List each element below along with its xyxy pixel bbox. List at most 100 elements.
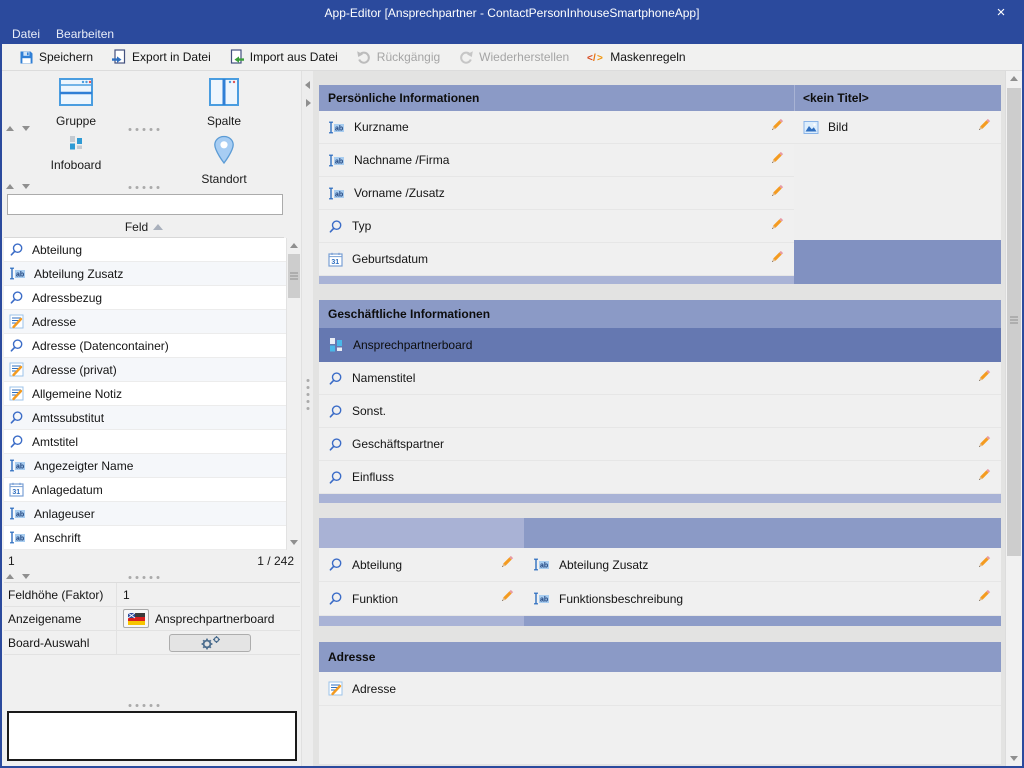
field-list-item[interactable]: Allgemeine Notiz (4, 382, 286, 406)
board-row[interactable]: Typ (319, 210, 794, 243)
edit-pencil-icon[interactable] (975, 555, 991, 574)
preview-area[interactable] (7, 711, 297, 761)
language-flag-button[interactable] (123, 609, 149, 628)
scroll-down-icon[interactable] (287, 535, 301, 550)
board-scrollbar[interactable] (1005, 71, 1022, 766)
board-row[interactable]: abKurzname (319, 111, 794, 144)
collapse-up-icon[interactable] (6, 574, 14, 579)
field-list-item[interactable]: 31Anlagedatum (4, 478, 286, 502)
board-row[interactable]: Sonst. (319, 395, 1001, 428)
import-button[interactable]: Import aus Datei (220, 45, 347, 69)
pagination-bar: 1 1 / 242 (4, 550, 300, 572)
section-header[interactable]: Geschäftliche Informationen (319, 300, 1001, 328)
drag-handle-dots[interactable] (128, 704, 159, 707)
edit-pencil-icon[interactable] (975, 369, 991, 388)
field-list-item[interactable]: Adresse (privat) (4, 358, 286, 382)
scrollbar-thumb[interactable] (1007, 88, 1021, 556)
scroll-down-icon[interactable] (1006, 751, 1022, 766)
edit-pencil-icon[interactable] (768, 217, 784, 236)
menu-item-bearbeiten[interactable]: Bearbeiten (56, 27, 114, 41)
board-row[interactable]: Funktion (319, 582, 524, 616)
drag-handle-dots[interactable] (128, 128, 159, 131)
board-row[interactable]: Adresse (319, 672, 1001, 706)
redo-button: Wiederherstellen (449, 45, 578, 69)
board-row[interactable]: abAbteilung Zusatz (524, 548, 1001, 582)
field-label: Anlageuser (34, 507, 95, 521)
scrollbar-thumb[interactable] (288, 254, 300, 298)
collapse-down-icon[interactable] (22, 184, 30, 189)
board-row[interactable]: 31Geburtsdatum (319, 243, 794, 276)
expand-right-icon[interactable] (306, 99, 311, 107)
edit-pencil-icon[interactable] (975, 468, 991, 487)
field-list-scrollbar[interactable] (286, 238, 301, 550)
column-filler-block[interactable] (794, 240, 1001, 284)
export-button[interactable]: Export in Datei (102, 45, 220, 69)
collapse-down-icon[interactable] (22, 126, 30, 131)
drag-handle-dots[interactable] (128, 576, 159, 579)
drag-handle-dots[interactable] (128, 186, 159, 189)
board-row[interactable]: abNachname /Firma (319, 144, 794, 177)
collapse-up-icon[interactable] (6, 126, 14, 131)
section-header[interactable] (319, 518, 524, 548)
board-row[interactable]: Abteilung (319, 548, 524, 582)
field-list-item[interactable]: abAnschrift (4, 526, 286, 550)
section-header[interactable]: Adresse (319, 642, 1001, 672)
palette-item-spalte[interactable]: Spalte (150, 75, 298, 129)
collapse-left-icon[interactable] (305, 81, 310, 89)
edit-pencil-icon[interactable] (498, 589, 514, 608)
edit-pencil-icon[interactable] (768, 184, 784, 203)
board-row[interactable]: Bild (794, 111, 1001, 144)
property-value[interactable]: Ansprechpartnerboard (116, 607, 300, 630)
palette-item-infoboard[interactable]: Infoboard (2, 133, 150, 187)
edit-pencil-icon[interactable] (768, 250, 784, 269)
palette-item-standort[interactable]: Standort (150, 133, 298, 187)
section-header[interactable]: <kein Titel> (794, 85, 1001, 111)
field-list-item[interactable]: Amtssubstitut (4, 406, 286, 430)
field-list-item[interactable]: Abteilung (4, 238, 286, 262)
edit-pencil-icon[interactable] (768, 118, 784, 137)
board-row[interactable]: Einfluss (319, 461, 1001, 494)
field-search-input[interactable] (7, 194, 283, 215)
field-list-header[interactable]: Feld (4, 217, 284, 238)
search-icon (9, 242, 24, 257)
board-row[interactable]: Ansprechpartnerboard (319, 328, 1001, 362)
panel-splitter[interactable] (301, 71, 313, 766)
edit-pencil-icon[interactable] (975, 589, 991, 608)
collapse-up-icon[interactable] (6, 184, 14, 189)
svg-text:ab: ab (16, 272, 24, 279)
splitter-handle-dots[interactable] (306, 379, 309, 410)
section-header[interactable]: Persönliche Informationen (319, 85, 794, 111)
menu-item-datei[interactable]: Datei (12, 27, 40, 41)
field-list-item[interactable]: Adressbezug (4, 286, 286, 310)
scroll-up-icon[interactable] (1006, 71, 1022, 86)
toolbar: SpeichernExport in DateiImport aus Datei… (2, 44, 1022, 71)
save-button[interactable]: Speichern (10, 45, 102, 69)
field-list-item[interactable]: abAbteilung Zusatz (4, 262, 286, 286)
field-list-item[interactable]: Amtstitel (4, 430, 286, 454)
board-row[interactable]: Geschäftspartner (319, 428, 1001, 461)
close-icon[interactable]: × (990, 3, 1012, 23)
code-button[interactable]: </>Maskenregeln (578, 45, 694, 69)
edit-pencil-icon[interactable] (498, 555, 514, 574)
toolbar-button-label: Wiederherstellen (479, 50, 569, 64)
section-header[interactable] (524, 518, 1001, 548)
undo-icon (356, 49, 372, 65)
field-list-item[interactable]: abAngezeigter Name (4, 454, 286, 478)
edit-pencil-icon[interactable] (975, 118, 991, 137)
collapse-down-icon[interactable] (22, 574, 30, 579)
edit-pencil-icon[interactable] (975, 435, 991, 454)
board-row[interactable]: Namenstitel (319, 362, 1001, 395)
field-list-item[interactable]: abAnlageuser (4, 502, 286, 526)
field-list-header-label: Feld (125, 220, 148, 234)
board-settings-button[interactable] (169, 634, 251, 652)
section-footer-strip (319, 276, 794, 284)
field-list-item[interactable]: Adresse (Datencontainer) (4, 334, 286, 358)
board-row[interactable]: abFunktionsbeschreibung (524, 582, 1001, 616)
property-value[interactable] (116, 631, 300, 654)
property-value[interactable]: 1 (116, 583, 300, 606)
field-list-item[interactable]: Adresse (4, 310, 286, 334)
board-row[interactable]: abVorname /Zusatz (319, 177, 794, 210)
edit-pencil-icon[interactable] (768, 151, 784, 170)
scroll-up-icon[interactable] (287, 238, 301, 253)
palette-item-gruppe[interactable]: Gruppe (2, 75, 150, 129)
